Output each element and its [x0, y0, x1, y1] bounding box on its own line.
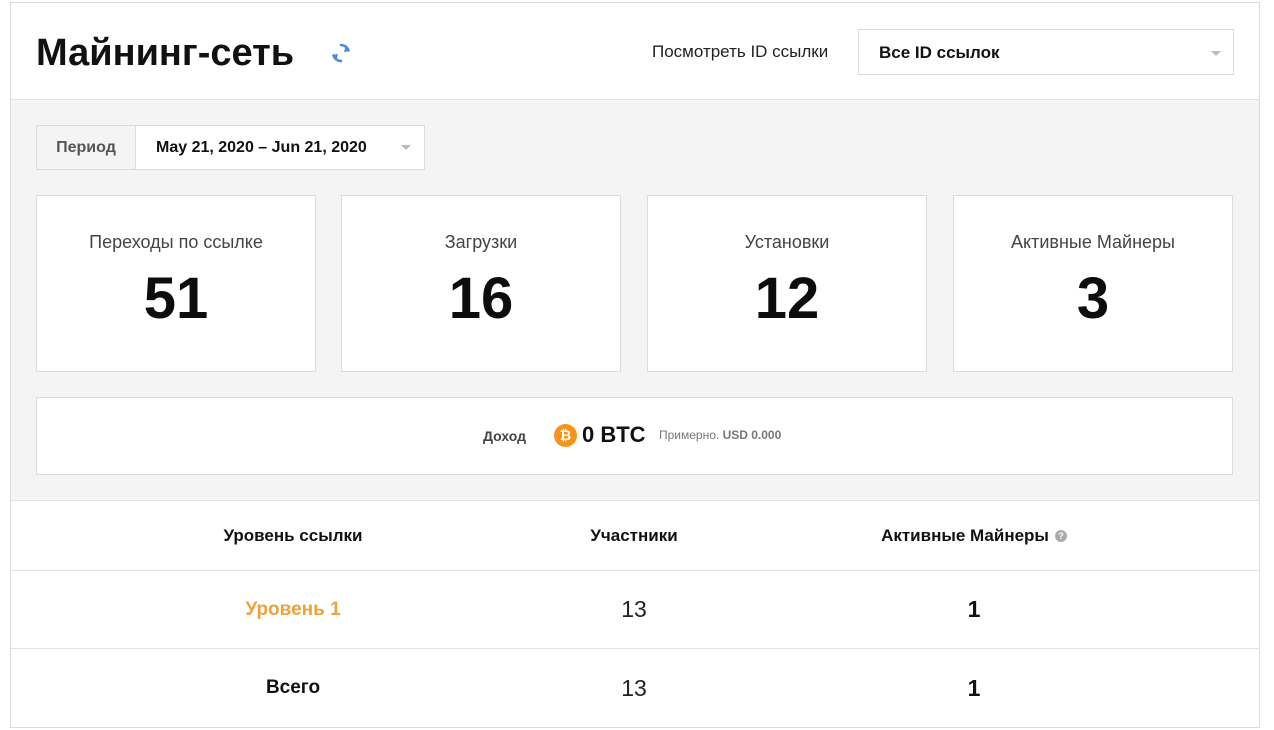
- bitcoin-icon: ₿: [554, 424, 577, 447]
- column-header-link-level: Уровень ссылки: [223, 525, 363, 545]
- column-header-active-miners-label: Активные Майнеры: [881, 525, 1049, 545]
- level-link[interactable]: Уровень 1: [245, 599, 340, 621]
- income-approx: Примерно. USD 0.000: [659, 428, 781, 442]
- period-picker[interactable]: Период May 21, 2020 – Jun 21, 2020: [36, 125, 425, 170]
- link-id-filter-label: Посмотреть ID ссылки: [652, 42, 829, 61]
- column-header-active-miners: Активные Майнеры ?: [824, 501, 1124, 570]
- stat-value: 51: [143, 266, 209, 331]
- mining-network-panel: Майнинг-сеть Посмотреть ID ссылки Все ID…: [10, 2, 1260, 728]
- income-approx-label: Примерно.: [659, 428, 720, 442]
- active-miners-cell: 1: [967, 674, 981, 701]
- income-value: 0 BTC: [582, 422, 646, 447]
- referral-levels-table: Уровень ссылки Участники Активные Майнер…: [11, 501, 1259, 727]
- stat-label: Активные Майнеры: [1011, 232, 1175, 252]
- link-id-select[interactable]: Все ID ссылок: [858, 29, 1234, 75]
- period-label: Период: [37, 126, 136, 169]
- stat-label: Загрузки: [444, 232, 518, 252]
- page-title: Майнинг-сеть: [36, 32, 295, 74]
- stat-label: Переходы по ссылке: [89, 232, 263, 252]
- period-value[interactable]: May 21, 2020 – Jun 21, 2020: [156, 126, 367, 169]
- help-icon[interactable]: ?: [1054, 529, 1067, 542]
- chevron-down-icon: [401, 145, 411, 150]
- stat-card-downloads: Загрузки 16: [341, 195, 621, 372]
- level-cell: Уровень 1: [143, 571, 443, 648]
- column-header-participants: Участники: [590, 525, 678, 545]
- income-label: Доход: [483, 428, 527, 444]
- stat-value: 12: [754, 266, 820, 331]
- stat-value: 16: [448, 266, 514, 331]
- stat-value: 3: [1076, 266, 1110, 331]
- table-row: Уровень 1 13 1: [11, 571, 1259, 649]
- stat-card-link-clicks: Переходы по ссылке 51: [36, 195, 316, 372]
- table-row-total: Всего 13 1: [11, 649, 1259, 727]
- active-miners-cell: 1: [967, 596, 981, 622]
- participants-cell: 13: [621, 596, 647, 622]
- stat-card-installs: Установки 12: [647, 195, 927, 372]
- income-panel: Доход ₿ 0 BTC Примерно. USD 0.000: [36, 397, 1233, 475]
- refresh-icon[interactable]: [329, 41, 353, 65]
- stat-label: Установки: [744, 232, 830, 252]
- total-label: Всего: [265, 677, 321, 698]
- participants-cell: 13: [621, 674, 647, 701]
- chevron-down-icon: [1211, 51, 1221, 56]
- page-header: Майнинг-сеть Посмотреть ID ссылки Все ID…: [11, 3, 1259, 100]
- link-id-select-value: Все ID ссылок: [879, 43, 1000, 62]
- stat-card-active-miners: Активные Майнеры 3: [953, 195, 1233, 372]
- stats-section: Период May 21, 2020 – Jun 21, 2020 Перех…: [11, 100, 1259, 501]
- table-header-row: Уровень ссылки Участники Активные Майнер…: [11, 501, 1259, 571]
- income-approx-usd: USD 0.000: [722, 428, 782, 442]
